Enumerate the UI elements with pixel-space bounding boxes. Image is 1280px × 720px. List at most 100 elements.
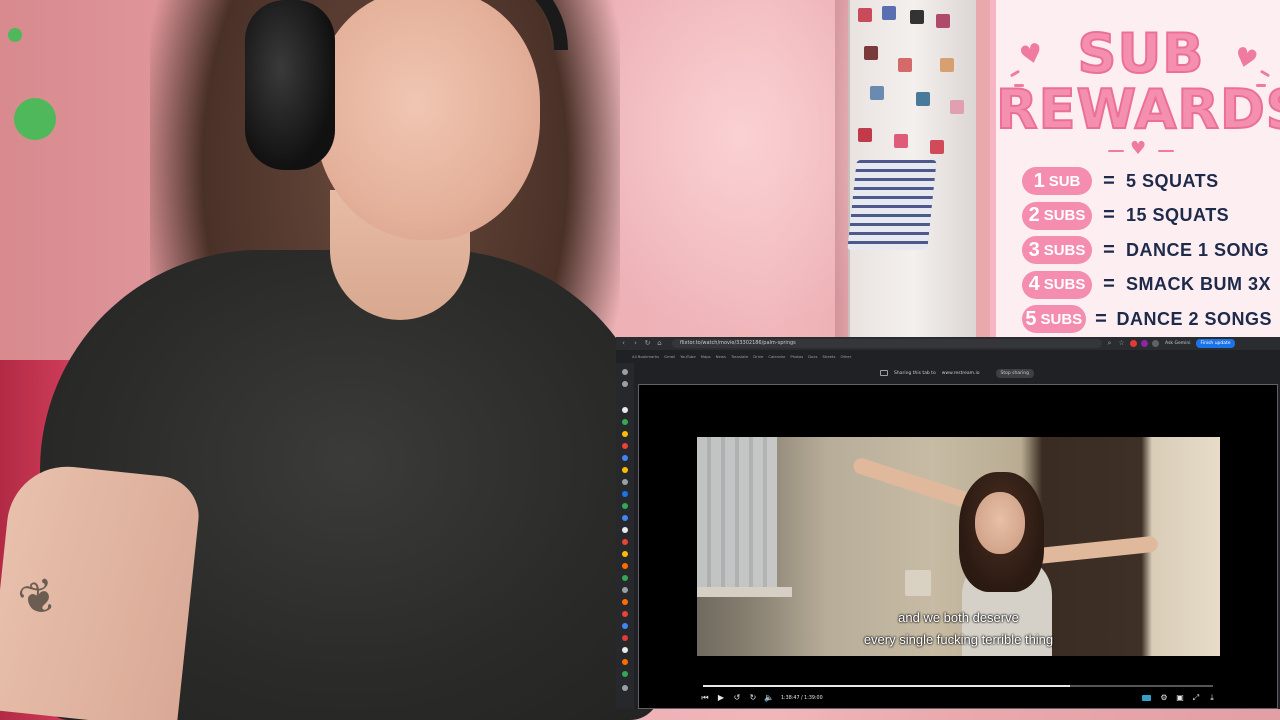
sidebar-app-icon[interactable] bbox=[622, 515, 628, 521]
fridge-magnet bbox=[950, 100, 964, 114]
bookmark-item[interactable]: YouTube bbox=[680, 354, 695, 360]
back-icon[interactable]: ‹ bbox=[619, 339, 628, 348]
fridge-magnet bbox=[858, 128, 872, 142]
sidebar-app-icon[interactable] bbox=[622, 443, 628, 449]
sidebar-app-icon[interactable] bbox=[622, 467, 628, 473]
sub-unit: SUBS bbox=[1043, 207, 1086, 225]
bookmark-item[interactable]: Translate bbox=[731, 354, 748, 360]
sidebar-app-icon[interactable] bbox=[622, 431, 628, 437]
sharing-target: www.restream.io bbox=[941, 370, 980, 376]
fridge-magnet bbox=[936, 14, 950, 28]
time-display: 1:38:47 / 1:39:00 bbox=[781, 695, 823, 701]
reload-icon[interactable]: ↻ bbox=[643, 339, 652, 348]
sidebar-app-icon[interactable] bbox=[622, 611, 628, 617]
address-bar[interactable]: flixtor.to/watch/movie/33302186/palm-spr… bbox=[672, 339, 1102, 348]
web-page: and we both deserve every single fucking… bbox=[638, 384, 1278, 709]
bookmark-item[interactable]: News bbox=[716, 354, 726, 360]
sparkle-icon bbox=[1108, 150, 1124, 152]
extension-icon[interactable] bbox=[1130, 340, 1137, 347]
bookmark-item[interactable]: Drive bbox=[753, 354, 763, 360]
extension-icon[interactable] bbox=[1141, 340, 1148, 347]
fridge-magnet bbox=[864, 46, 878, 60]
sidebar-app-icon[interactable] bbox=[622, 503, 628, 509]
reward-text: DANCE 2 SONGS bbox=[1116, 308, 1272, 329]
screen-share-icon bbox=[880, 370, 889, 376]
bookmark-item[interactable]: Other bbox=[840, 354, 851, 360]
sidebar-app-icon[interactable] bbox=[622, 623, 628, 629]
tab-sharing-bar: Sharing this tab to www.restream.io Stop… bbox=[634, 365, 1280, 381]
bookmark-item[interactable]: Calendar bbox=[768, 354, 785, 360]
video-player[interactable]: and we both deserve every single fucking… bbox=[697, 385, 1220, 708]
reward-text: 5 SQUATS bbox=[1126, 170, 1219, 191]
bookmark-item[interactable]: Maps bbox=[701, 354, 711, 360]
play-icon[interactable]: ▶ bbox=[713, 691, 729, 705]
video-light-switch bbox=[905, 570, 931, 596]
home-icon[interactable]: ⌂ bbox=[655, 339, 664, 348]
zoom-icon[interactable]: ⌕ bbox=[1105, 339, 1114, 348]
fridge-magnet bbox=[882, 6, 896, 20]
finish-update-button[interactable]: Finish update bbox=[1196, 339, 1235, 348]
sidebar-app-icon[interactable] bbox=[622, 455, 628, 461]
sidebar-app-icon[interactable] bbox=[622, 551, 628, 557]
reward-row: 2 SUBS = 15 SQUATS bbox=[1022, 199, 1272, 234]
stop-sharing-button[interactable]: Stop sharing bbox=[995, 368, 1034, 378]
reward-row: 1 SUB = 5 SQUATS bbox=[1022, 164, 1272, 199]
settings-icon[interactable]: ⚙ bbox=[1156, 691, 1172, 705]
sidebar-app-icon[interactable] bbox=[622, 647, 628, 653]
volume-icon[interactable]: 🔈 bbox=[761, 691, 777, 705]
ask-gemini-button[interactable]: Ask Gemini bbox=[1165, 341, 1190, 346]
bookmark-item[interactable]: Photos bbox=[790, 354, 803, 360]
video-frame[interactable]: and we both deserve every single fucking… bbox=[697, 437, 1220, 656]
sidebar-app-icon[interactable] bbox=[622, 659, 628, 665]
fridge-magnet bbox=[894, 134, 908, 148]
sidebar-app-icon[interactable] bbox=[622, 527, 628, 533]
sidebar-app-icon[interactable] bbox=[622, 407, 628, 413]
forward-icon[interactable]: › bbox=[631, 339, 640, 348]
reward-text: SMACK BUM 3X bbox=[1126, 274, 1272, 295]
sparkle-icon bbox=[1158, 150, 1174, 152]
fridge-magnet bbox=[916, 92, 930, 106]
sidebar-app-icon[interactable] bbox=[622, 419, 628, 425]
bookmark-item[interactable]: All Bookmarks bbox=[632, 354, 659, 360]
sidebar-app-icon[interactable] bbox=[622, 599, 628, 605]
seek-bar-progress bbox=[703, 685, 1071, 687]
reward-row: 5 SUBS = DANCE 2 SONGS bbox=[1022, 302, 1272, 337]
sidebar-app-icon[interactable] bbox=[622, 671, 628, 677]
sidebar-add-icon[interactable] bbox=[622, 685, 628, 691]
bookmark-item[interactable]: Gmail bbox=[664, 354, 675, 360]
sidebar-app-icon[interactable] bbox=[622, 369, 628, 375]
video-window-blinds bbox=[697, 437, 777, 597]
sidebar-app-icon[interactable] bbox=[622, 491, 628, 497]
fullscreen-icon[interactable]: ⤢ bbox=[1188, 691, 1204, 705]
subtitle-line-2: every single fucking terrible thing bbox=[863, 632, 1054, 647]
sharing-text: Sharing this tab to bbox=[894, 370, 936, 376]
captions-icon[interactable] bbox=[1142, 695, 1151, 701]
prev-icon[interactable]: ⏮ bbox=[697, 691, 713, 705]
sidebar-app-icon[interactable] bbox=[622, 479, 628, 485]
forward-icon[interactable]: ↻ bbox=[745, 691, 761, 705]
seek-bar[interactable] bbox=[703, 685, 1213, 687]
sidebar-app-icon[interactable] bbox=[622, 381, 628, 387]
bookmark-item[interactable]: Sheets bbox=[823, 354, 836, 360]
fridge-magnet bbox=[870, 86, 884, 100]
equals-sign: = bbox=[1103, 204, 1115, 227]
sub-unit: SUBS bbox=[1043, 241, 1086, 259]
sub-count-pill: 4 SUBS bbox=[1022, 270, 1092, 299]
extension-icon[interactable] bbox=[1152, 340, 1159, 347]
heart-icon: ♥ bbox=[1130, 138, 1147, 159]
bookmark-star-icon[interactable]: ☆ bbox=[1117, 339, 1126, 348]
sidebar-app-icon[interactable] bbox=[622, 563, 628, 569]
sub-count-pill: 1 SUB bbox=[1022, 167, 1092, 196]
sub-rewards-panel: ♥ ♥ ♥ SUB REWARDS 1 SUB = 5 SQUATS 2 SUB… bbox=[990, 0, 1280, 338]
pip-icon[interactable]: ▣ bbox=[1172, 691, 1188, 705]
sidebar-app-icon[interactable] bbox=[622, 539, 628, 545]
bookmark-item[interactable]: Docs bbox=[808, 354, 817, 360]
rewind-icon[interactable]: ↺ bbox=[729, 691, 745, 705]
sub-count: 3 bbox=[1028, 238, 1040, 261]
download-icon[interactable]: ⤓ bbox=[1204, 691, 1220, 705]
sidebar-app-icon[interactable] bbox=[622, 575, 628, 581]
reward-text: DANCE 1 SONG bbox=[1126, 239, 1270, 260]
sidebar-app-icon[interactable] bbox=[622, 635, 628, 641]
equals-sign: = bbox=[1103, 273, 1115, 296]
sidebar-app-icon[interactable] bbox=[622, 587, 628, 593]
